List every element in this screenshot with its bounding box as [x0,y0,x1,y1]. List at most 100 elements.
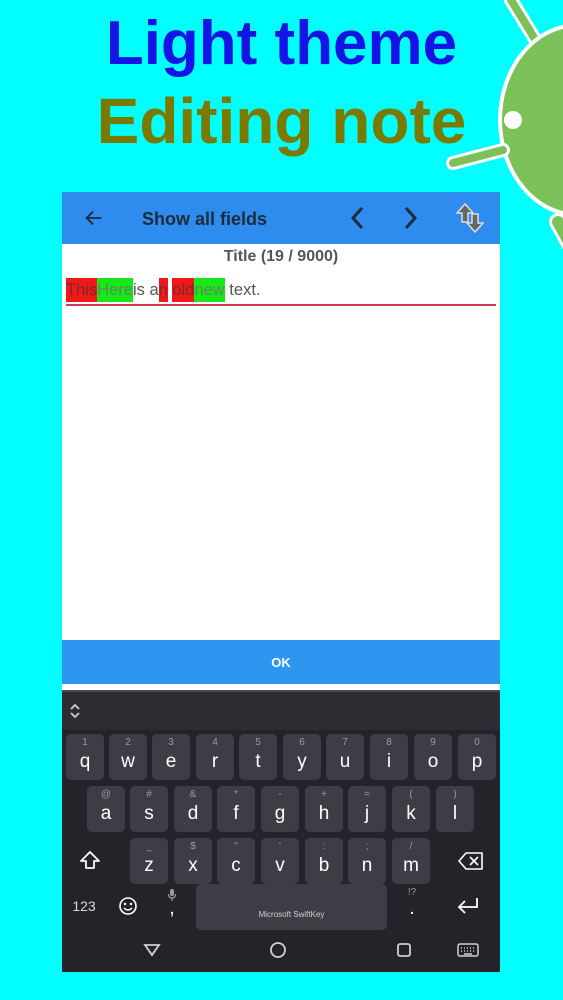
period-key[interactable]: !? . [392,884,432,930]
show-all-fields-title[interactable]: Show all fields [142,192,267,244]
key-hint: _ [146,841,152,852]
key-label: j [364,803,370,824]
backspace-key[interactable] [450,838,492,884]
key-hint: : [322,841,326,852]
key-label: . [409,898,415,919]
key-b[interactable]: :b [305,838,343,884]
chevron-left-icon [350,206,364,230]
circle-icon [270,942,286,958]
key-n[interactable]: ; n [348,838,386,884]
ok-button[interactable]: OK [62,640,500,684]
arrow-left-icon [85,210,102,226]
space-bar[interactable]: Microsoft SwiftKey [196,884,387,930]
emoji-key[interactable] [108,884,148,930]
key-label: w [121,751,135,772]
back-button[interactable] [74,192,114,244]
key-w[interactable]: 2w [109,734,147,780]
key-t[interactable]: 5t [239,734,277,780]
keyboard-toolbar [62,690,500,730]
key-hint: = [364,789,370,800]
key-hint: ) [453,789,457,800]
key-k[interactable]: (k [392,786,430,832]
key-label: c [231,855,241,876]
key-hint: ; [365,841,369,852]
key-m[interactable]: / m [392,838,430,884]
enter-key[interactable] [446,884,490,930]
key-label: z [144,855,154,876]
keyboard-row-4: 123 , Microsoft SwiftKey !? . [62,884,500,932]
key-y[interactable]: 6y [283,734,321,780]
key-d[interactable]: & d [174,786,212,832]
diff-inserted-segment: new [194,278,225,302]
key-h[interactable]: + h [305,786,343,832]
key-hint: 4 [212,737,218,748]
diff-deleted-segment: This [66,278,98,302]
key-v[interactable]: ' v [261,838,299,884]
key-label: k [406,803,416,824]
key-f[interactable]: * f [217,786,255,832]
key-label: g [274,803,286,824]
swap-button[interactable] [450,192,490,244]
next-button[interactable] [390,192,430,244]
chevron-right-icon [404,206,418,230]
keyboard-row-3: _ z $ x " c ' v :b ; n / m [62,838,500,886]
key-hint: & [189,789,197,800]
numbers-key[interactable]: 123 [64,884,104,930]
key-hint: - [278,789,282,800]
diff-deleted-segment: n [158,278,168,302]
key-label: b [318,855,330,876]
key-a[interactable]: @ a [87,786,125,832]
key-x[interactable]: $ x [174,838,212,884]
shift-icon [80,851,100,869]
key-hint: 0 [474,737,480,748]
key-u[interactable]: 7u [326,734,364,780]
key-o[interactable]: 9o [414,734,452,780]
diff-unchanged-segment: text. [224,281,261,299]
key-hint: ' [279,841,281,852]
key-l[interactable]: ) l [436,786,474,832]
key-j[interactable]: = j [348,786,386,832]
key-q[interactable]: 1q [66,734,104,780]
key-label: y [297,751,307,772]
key-p[interactable]: 0p [458,734,496,780]
emoji-icon [119,897,137,915]
key-hint: ( [409,789,413,800]
key-hint: $ [190,841,196,852]
expand-toolbar-button[interactable] [68,702,88,722]
comma-key[interactable]: , [152,884,192,930]
key-label: q [79,751,91,772]
key-label: v [275,855,285,876]
key-label: l [452,803,458,824]
key-hint: 7 [342,737,348,748]
key-label: u [339,751,351,772]
title-diff-field[interactable]: ThisHere is an oldnew text. [66,278,496,306]
key-s[interactable]: # s [130,786,168,832]
key-hint: !? [407,887,417,898]
key-label: t [255,751,261,772]
key-c[interactable]: " c [217,838,255,884]
key-e[interactable]: 3e [152,734,190,780]
key-z[interactable]: _ z [130,838,168,884]
nav-recents-button[interactable] [390,936,418,964]
shift-key[interactable] [70,838,110,884]
key-hint: " [234,841,238,852]
system-navigation-bar [62,928,500,972]
chevron-up-down-icon [70,703,80,719]
previous-button[interactable] [338,192,378,244]
backspace-icon [458,852,483,870]
key-r[interactable]: 4r [196,734,234,780]
app-bar: Show all fields [62,192,500,244]
key-i[interactable]: 8i [370,734,408,780]
key-g[interactable]: -g [261,786,299,832]
key-label: h [318,803,330,824]
key-label: x [188,855,198,876]
nav-home-button[interactable] [264,936,292,964]
key-hint: 1 [82,737,88,748]
nav-back-button[interactable] [138,936,166,964]
key-hint: # [146,789,152,800]
keyboard-switch-button[interactable] [454,936,482,964]
numbers-key-label: 123 [72,898,96,914]
key-hint: 9 [430,737,436,748]
key-label: a [100,803,112,824]
title-character-counter: Title (19 / 9000) [223,248,339,265]
